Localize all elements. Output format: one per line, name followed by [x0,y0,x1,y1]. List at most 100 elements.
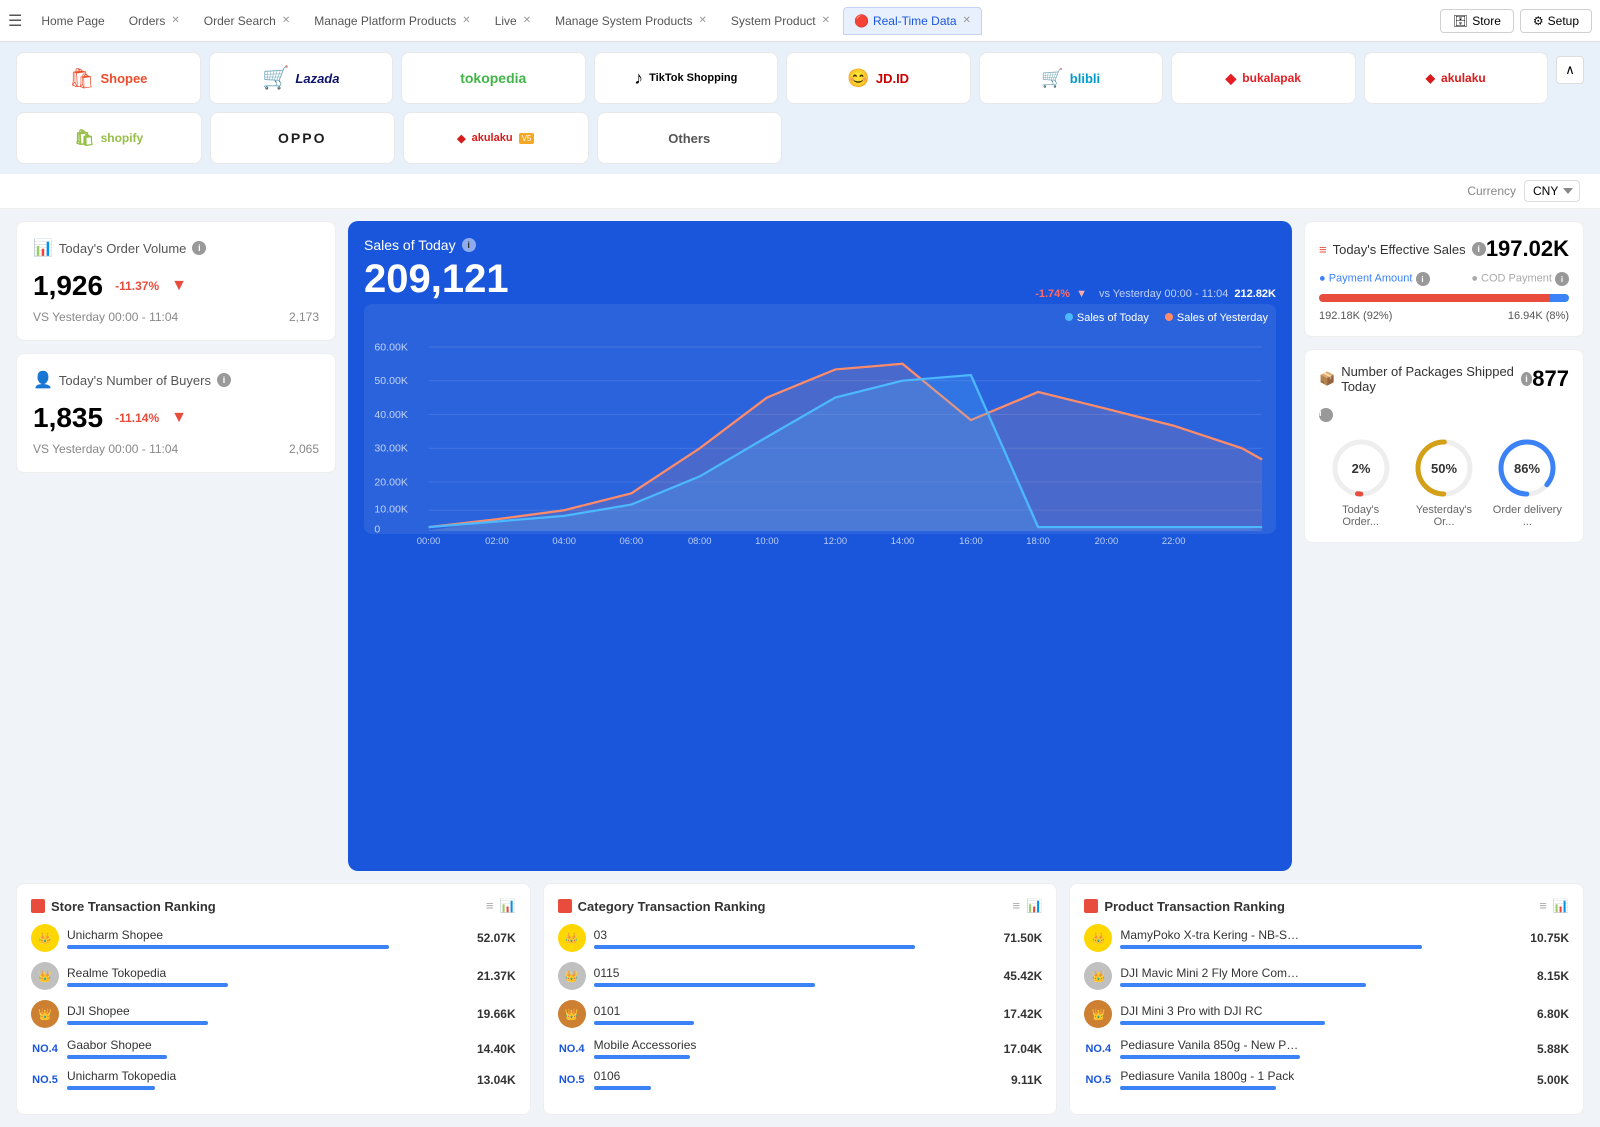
category-ranking-header: Category Transaction Ranking ≡ 📊 [558,898,1043,914]
platform-oppo[interactable]: OPPO [210,112,396,164]
tab-manage-system[interactable]: Manage System Products✕ [544,7,718,35]
rank-value: 17.04K [1004,1042,1043,1056]
rank-badge-1: 👑 [558,924,586,952]
platform-shopify[interactable]: 🛍 shopify [16,112,202,164]
payment-info[interactable]: i [1416,272,1430,286]
rank-text: NO.5 [1084,1074,1112,1086]
packages-circles: 2% Today's Order... 50% Yesterday's O [1319,436,1569,528]
packages-info2[interactable]: i [1319,408,1333,422]
buyers-vs-label: VS Yesterday 00:00 - 11:04 [33,442,178,456]
buyers-icon: 👤 [33,370,53,390]
rank-badge-3: 👑 [1084,1000,1112,1028]
close-icon[interactable]: ✕ [282,15,290,26]
close-icon[interactable]: ✕ [462,15,470,26]
tab-manage-platform[interactable]: Manage Platform Products✕ [303,7,481,35]
svg-text:20:00: 20:00 [1095,536,1119,544]
buyers-value: 1,835 [33,402,103,434]
rank-name: Pediasure Vanila 850g - New Pack [1120,1038,1300,1052]
effective-sales-value: 197.02K [1486,236,1569,262]
svg-text:12:00: 12:00 [824,536,848,544]
platform-others[interactable]: Others [597,112,783,164]
platform-tiktok[interactable]: ♪ TikTok Shopping [594,52,779,104]
platform-grid-row1: 🛍 Shopee 🛒 Lazada tokopedia ♪ TikTok Sho… [16,52,1548,104]
rank-value: 21.37K [477,969,516,983]
sales-info[interactable]: i [462,238,476,252]
rank-name: MamyPoko X-tra Kering - NB-S 44 - Popok … [1120,928,1300,942]
sales-chart-svg: 60.00K 50.00K 40.00K 30.00K 20.00K 10.00… [372,330,1268,544]
buyers-card: 👤 Today's Number of Buyers i 1,835 -11.1… [16,353,336,473]
tab-realtime[interactable]: 🔴 Real-Time Data✕ [843,7,982,35]
order-volume-vs-value: 2,173 [289,310,319,324]
rank-info: 0101 [594,1004,996,1025]
rank-value: 8.15K [1537,969,1569,983]
filter-icon[interactable]: ≡ [1013,898,1021,914]
order-volume-info[interactable]: i [192,241,206,255]
rank-value: 9.11K [1011,1073,1042,1087]
product-ranking-icon [1084,899,1098,913]
close-icon[interactable]: ✕ [171,15,179,26]
rank-bar [67,1086,155,1090]
lazada-icon: 🛒 [262,65,289,91]
effective-sales-info[interactable]: i [1472,242,1486,256]
chart-icon[interactable]: 📊 [1026,898,1042,914]
bukalapak-icon: ◆ [1226,70,1237,87]
center-panel: Sales of Today i 209,121 -1.74% ▼ vs Yes… [348,221,1292,871]
chart-icon[interactable]: 📊 [499,898,515,914]
circle-yesterday-wrap: 50% [1412,436,1476,500]
close-icon[interactable]: ✕ [963,15,971,26]
rank-info: Unicharm Tokopedia [67,1069,469,1090]
payment-value: 192.18K (92%) [1319,310,1392,322]
circle-today-wrap: 2% [1329,436,1393,500]
down-arrow-icon: ▼ [171,409,187,427]
rank-value: 45.42K [1004,969,1043,983]
store-button[interactable]: 🗄 Store [1440,9,1514,33]
ranking-row: 👑 0101 17.42K [558,1000,1043,1028]
buyers-info[interactable]: i [217,373,231,387]
platform-lazada[interactable]: 🛒 Lazada [209,52,394,104]
filter-icon[interactable]: ≡ [1539,898,1547,914]
rank-name: 03 [594,928,774,942]
cod-info[interactable]: i [1555,272,1569,286]
rank-info: 03 [594,928,996,949]
packages-value: 877 [1532,366,1569,392]
close-icon[interactable]: ✕ [699,15,707,26]
tab-order-search[interactable]: Order Search✕ [193,7,301,35]
hamburger-menu[interactable]: ☰ [8,11,22,31]
nav-action-buttons: 🗄 Store ⚙ Setup [1440,9,1592,33]
rank-value: 5.88K [1537,1042,1569,1056]
svg-text:60.00K: 60.00K [374,342,408,353]
circle-delivery-wrap: 86% [1495,436,1559,500]
rank-badge-2: 👑 [1084,962,1112,990]
rank-bar [594,945,916,949]
ranking-row: 👑 0115 45.42K [558,962,1043,990]
close-icon[interactable]: ✕ [523,15,531,26]
filter-icon[interactable]: ≡ [486,898,494,914]
close-icon[interactable]: ✕ [822,15,830,26]
platform-shopee[interactable]: 🛍 Shopee [16,52,201,104]
cod-progress-fill [1549,294,1569,302]
tab-orders[interactable]: Orders✕ [118,7,191,35]
sales-vs-value: 212.82K [1234,288,1276,300]
packages-info[interactable]: i [1521,372,1533,386]
navigation-tabs: Home Page Orders✕ Order Search✕ Manage P… [30,7,1440,35]
tiktok-icon: ♪ [634,68,643,89]
rank-value: 10.75K [1530,931,1569,945]
platform-bukalapak[interactable]: ◆ bukalapak [1171,52,1356,104]
platform-akulaku-1[interactable]: ◆ akulaku [1364,52,1549,104]
tab-system-product[interactable]: System Product✕ [720,7,841,35]
platform-blibli[interactable]: 🛒 blibli [979,52,1164,104]
store-ranking-icon [31,899,45,913]
tab-home[interactable]: Home Page [30,7,115,35]
setup-button[interactable]: ⚙ Setup [1520,9,1592,33]
cod-label: COD Payment [1481,273,1552,285]
platform-jdid[interactable]: 😊 JD.ID [786,52,971,104]
store-ranking-card: Store Transaction Ranking ≡ 📊 👑 Unicharm… [16,883,531,1115]
collapse-button[interactable]: ∧ [1556,56,1584,84]
platform-akulaku-2[interactable]: ◆ akulaku V5 [403,112,589,164]
rank-bar [67,1021,208,1025]
tab-live[interactable]: Live✕ [484,7,542,35]
platform-tokopedia[interactable]: tokopedia [401,52,586,104]
currency-select[interactable]: CNY USD EUR [1524,180,1580,202]
rank-text: NO.5 [558,1074,586,1086]
chart-icon[interactable]: 📊 [1553,898,1569,914]
